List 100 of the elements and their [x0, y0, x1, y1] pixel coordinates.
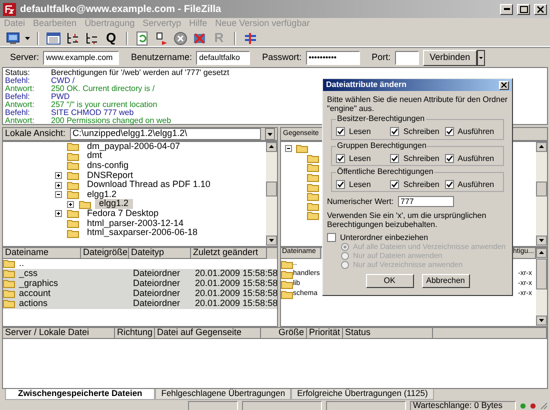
compare-icon[interactable] [243, 30, 258, 46]
scrollbar[interactable] [536, 248, 547, 326]
dialog-button[interactable]: Abbrechen [422, 274, 470, 288]
app-logo-icon [3, 2, 16, 16]
checkbox-label: Schreiben [403, 127, 440, 137]
column-header[interactable]: Server / Lokale Datei [3, 328, 115, 339]
input-field[interactable] [394, 50, 419, 64]
tree-item[interactable]: DNSReport [83, 170, 138, 181]
checkbox[interactable] [444, 154, 454, 163]
tree-item[interactable]: elgg1.2 [83, 190, 121, 200]
checkbox-label: Schreiben [403, 154, 440, 163]
checkbox-label: Lesen [349, 154, 371, 163]
file-type: Dateiordner [133, 268, 180, 278]
indicator-light-icon [530, 403, 536, 409]
dropdown-icon[interactable] [265, 128, 275, 140]
collapse-icon [285, 145, 292, 152]
dropdown-button[interactable] [477, 50, 486, 66]
close-button[interactable] [534, 4, 547, 14]
column-header[interactable]: Status [343, 328, 433, 339]
folder-icon [281, 280, 293, 288]
refresh-icon[interactable] [135, 30, 150, 46]
input-field[interactable]: 777 [398, 196, 454, 207]
checkbox[interactable] [336, 127, 345, 136]
path-field[interactable]: C:\unzipped\elgg1.2\elgg1.2\ [70, 128, 261, 140]
column-header[interactable]: Datei auf Gegenseite [155, 328, 261, 339]
tree-icon[interactable] [65, 30, 80, 46]
checkbox[interactable] [390, 127, 400, 136]
indicator-light-icon [520, 403, 526, 409]
cancel-icon[interactable] [173, 30, 188, 46]
folder-icon [307, 211, 319, 220]
tab[interactable]: Fehlgeschlagene Übertragungen [155, 389, 292, 400]
field-label: Port: [372, 52, 391, 62]
caret-icon[interactable] [25, 36, 30, 40]
tree-item[interactable]: html_parser-2003-12-14 [83, 218, 188, 228]
input-field[interactable]: defaultfalko [196, 50, 250, 64]
checkbox[interactable] [336, 154, 345, 163]
checkbox-label: Ausführen [458, 127, 494, 137]
column-header[interactable]: Priorität [307, 328, 343, 339]
tree-item[interactable]: Download Thread as PDF 1.10 [83, 180, 214, 190]
file-row[interactable]: account Dateiordner 20.01.2009 15:58:58 [3, 289, 277, 299]
checkbox[interactable] [444, 180, 454, 189]
folder-icon [67, 209, 79, 218]
column-header[interactable]: Dateiname [3, 248, 81, 259]
folder-icon [281, 270, 293, 278]
file-name: account [19, 289, 51, 299]
file-date: 20.01.2009 15:58:58 [195, 288, 277, 298]
column-header[interactable]: Größe [261, 328, 307, 339]
log-label: Befehl: [5, 77, 31, 85]
log-label: Status: [5, 69, 31, 77]
tree-item[interactable]: dns-config [83, 161, 133, 171]
field-label: Passwort: [262, 52, 302, 62]
input-field[interactable]: www.example.com [43, 50, 120, 64]
tab[interactable]: Zwischengespeicherte Dateien [5, 389, 156, 400]
file-row[interactable]: _graphics Dateiordner 20.01.2009 15:58:58 [3, 279, 277, 289]
maximize-button[interactable] [517, 4, 530, 14]
column-header[interactable]: Dateigröße [81, 248, 129, 259]
tree-item[interactable]: dm_paypal-2006-04-07 [83, 142, 184, 152]
disconnect-icon[interactable] [192, 30, 207, 46]
log-message: 200 Permissions changed on web [51, 117, 172, 125]
folder-icon [67, 219, 79, 228]
tab[interactable]: Erfolgreiche Übertragungen (1125) [291, 389, 434, 400]
file-type: Dateiordner [133, 288, 180, 298]
tree-icon[interactable] [84, 30, 99, 46]
column-header[interactable]: Zuletzt geändert [191, 248, 267, 259]
dialog-button[interactable]: OK [366, 274, 414, 288]
minimize-button[interactable] [500, 4, 513, 14]
group-title: Besitzer-Berechtigungen [336, 114, 426, 124]
input-field[interactable]: •••••••••• [306, 50, 360, 64]
window-icon[interactable] [46, 30, 61, 46]
file-row[interactable]: .. [3, 259, 277, 269]
checkbox[interactable] [327, 233, 336, 242]
maximize-icon [520, 6, 528, 12]
folder-icon [307, 154, 319, 163]
tree-item[interactable]: elgg1.2 [95, 199, 133, 210]
file-name: .. [19, 259, 24, 269]
checkbox-label: Ausführen [458, 154, 494, 163]
tree-item[interactable]: dmt [83, 151, 106, 162]
queue-size: Warteschlange: 0 Bytes [413, 401, 502, 410]
checkbox[interactable] [336, 180, 345, 189]
checkbox[interactable] [390, 180, 400, 189]
file-row[interactable]: actions Dateiordner 20.01.2009 15:58:58 [3, 299, 277, 309]
computer-icon[interactable] [6, 30, 21, 46]
folder-icon [67, 161, 79, 170]
field-label: Server: [10, 52, 40, 62]
column-header[interactable]: Dateityp [129, 248, 191, 259]
column-header[interactable]: Richtung [115, 328, 155, 339]
queue-icon[interactable] [154, 30, 169, 46]
scrollbar[interactable] [266, 142, 277, 246]
file-row[interactable]: _css Dateiordner 20.01.2009 15:58:58 [3, 269, 277, 279]
tree-item[interactable]: Fedora 7 Desktop [83, 209, 163, 219]
checkbox[interactable] [444, 127, 454, 136]
tree-item[interactable]: html_saxparser-2006-06-18 [83, 228, 202, 238]
close-button[interactable] [499, 80, 509, 90]
toolbar-button[interactable]: Q [103, 30, 119, 46]
column-header[interactable] [433, 328, 547, 339]
file-date: 20.01.2009 15:58:58 [195, 278, 277, 288]
scrollbar[interactable] [536, 142, 547, 246]
checkbox[interactable] [390, 154, 400, 163]
connect-button[interactable]: Verbinden [422, 50, 478, 66]
log-label: Antwort: [5, 101, 36, 109]
